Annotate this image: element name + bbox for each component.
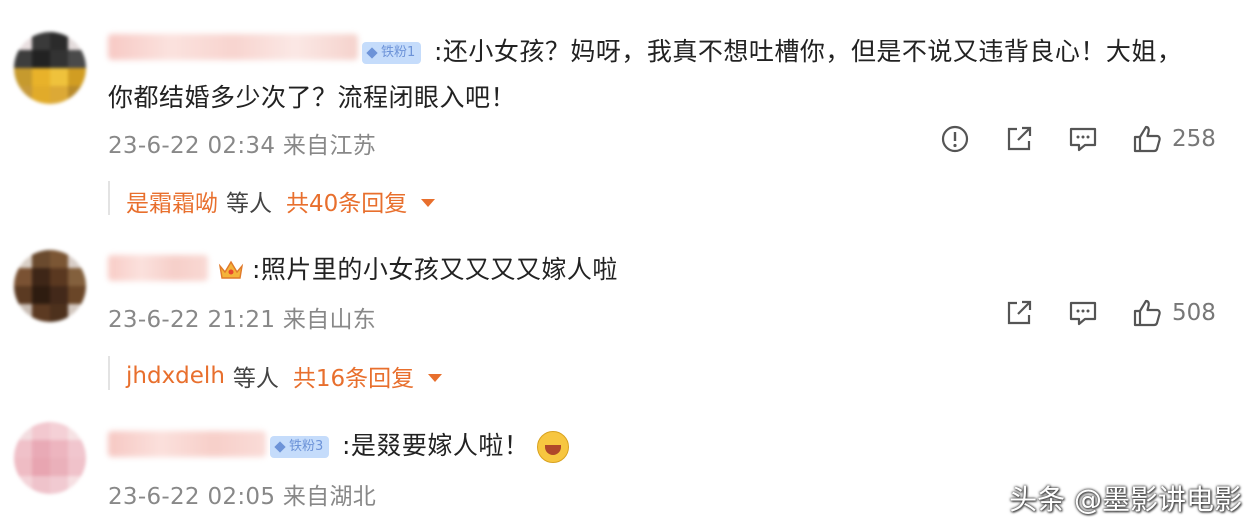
comment-text: :是叕要嫁人啦！ [342, 431, 530, 460]
comment-item-3: 铁粉3 :是叕要嫁人啦！ 23-6-22 02:05 来自湖北 [0, 0, 1258, 526]
comment-text-line: :是叕要嫁人啦！ [342, 424, 570, 468]
avatar[interactable] [14, 422, 86, 494]
diamond-icon [274, 441, 286, 453]
fan-badge-label: 铁粉3 [289, 439, 324, 454]
watermark: 头条 @墨影讲电影 [1009, 483, 1242, 516]
username-blurred[interactable] [108, 431, 266, 457]
fan-badge: 铁粉3 [270, 436, 330, 458]
comment-meta: 23-6-22 02:05 来自湖北 [108, 484, 377, 510]
laughing-emoji-icon [537, 431, 570, 463]
